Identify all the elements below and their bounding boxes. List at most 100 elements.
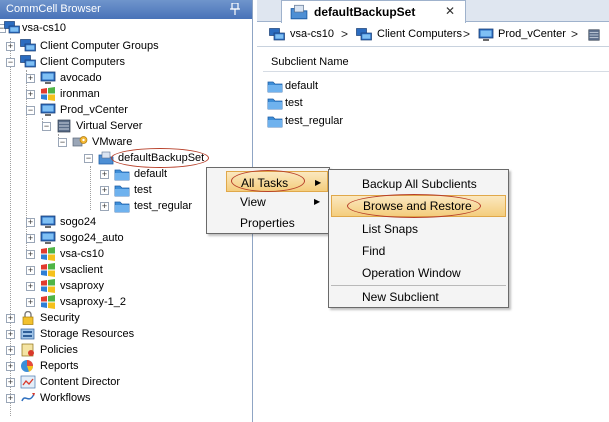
tree-label: default [134, 168, 168, 180]
computer-group-icon [269, 28, 285, 42]
expand-toggle[interactable]: + [6, 330, 15, 339]
tree-label: Virtual Server [76, 120, 143, 132]
tree-node-workflows[interactable]: + Workflows [0, 390, 250, 406]
tree-node-vsaproxy-1-2[interactable]: + vsaproxy-1_2 [0, 294, 250, 310]
collapse-toggle[interactable]: − [6, 58, 15, 67]
tree-node-policies[interactable]: + Policies [0, 342, 250, 358]
tree-node-storage-resources[interactable]: + Storage Resources [0, 326, 250, 342]
computer-icon [40, 231, 56, 245]
folder-icon [114, 167, 130, 181]
tree-node-root[interactable]: − vsa-cs10 [0, 20, 250, 36]
collapse-toggle[interactable]: − [26, 106, 35, 115]
expand-toggle[interactable]: + [6, 378, 15, 387]
menu-item-new-subclient[interactable]: New Subclient [331, 286, 506, 308]
tab-bar: defaultBackupSet ✕ [257, 0, 609, 23]
expand-toggle[interactable]: + [26, 234, 35, 243]
windows-icon [40, 263, 56, 277]
expand-toggle[interactable]: + [6, 346, 15, 355]
breadcrumb-item[interactable]: Client Computers [377, 28, 462, 40]
expand-toggle[interactable]: + [6, 314, 15, 323]
expand-toggle[interactable]: + [26, 90, 35, 99]
tree-label: vsaclient [60, 264, 103, 276]
computer-group-icon [20, 39, 36, 53]
folder-icon [267, 114, 283, 128]
tree-label: vsaproxy [60, 280, 105, 292]
breadcrumb-separator: > [571, 27, 579, 41]
column-header-label: Subclient Name [271, 56, 349, 68]
expand-toggle[interactable]: + [26, 250, 35, 259]
tree-node-content-director[interactable]: + Content Director [0, 374, 250, 390]
tab-default-backup-set[interactable]: defaultBackupSet ✕ [281, 0, 466, 23]
backup-set-icon [290, 4, 308, 20]
computer-icon [40, 71, 56, 85]
computer-group-icon [20, 55, 36, 69]
tree-node-prod-vcenter[interactable]: − Prod_vCenter [0, 102, 250, 118]
tree-node-vsaproxy[interactable]: + vsaproxy [0, 278, 250, 294]
expand-toggle[interactable]: + [100, 202, 109, 211]
pin-icon[interactable] [230, 3, 240, 15]
list-item-label: test [285, 97, 303, 109]
windows-icon [40, 279, 56, 293]
breadcrumb-item[interactable]: Prod_vCenter [498, 28, 566, 40]
tree-node-vmware[interactable]: − VMware [0, 134, 250, 150]
tree-node-client-computers[interactable]: − Client Computers [0, 54, 250, 70]
menu-item-label: View [240, 195, 266, 209]
menu-item-find[interactable]: Find [331, 240, 506, 262]
annotation-oval [111, 148, 209, 168]
tree-label: ironman [60, 88, 100, 100]
tree-label: Client Computers [40, 56, 125, 68]
tree-label: Content Director [40, 376, 121, 388]
expand-toggle[interactable]: + [26, 266, 35, 275]
menu-item-label: Backup All Subclients [362, 177, 477, 191]
folder-icon [267, 79, 283, 93]
tree-label: test [134, 184, 152, 196]
tree-label: Security [40, 312, 80, 324]
tree-label: sogo24 [60, 216, 97, 228]
expand-toggle[interactable]: + [100, 170, 109, 179]
tree-node-avocado[interactable]: + avocado [0, 70, 250, 86]
collapse-toggle[interactable]: − [84, 154, 93, 163]
tab-label: defaultBackupSet [314, 5, 416, 19]
breadcrumb-separator: > [341, 27, 349, 41]
close-icon[interactable]: ✕ [445, 4, 455, 18]
collapse-toggle[interactable]: − [42, 122, 51, 131]
folder-icon [267, 96, 283, 110]
menu-item-list-snaps[interactable]: List Snaps [331, 218, 506, 240]
expand-toggle[interactable]: + [100, 186, 109, 195]
annotation-oval [347, 194, 481, 218]
expand-toggle[interactable]: + [6, 394, 15, 403]
server-icon [587, 28, 601, 42]
tree-node-vsa-cs10[interactable]: + vsa-cs10 [0, 246, 250, 262]
lock-icon [20, 311, 36, 325]
tree-label: Policies [40, 344, 78, 356]
computer-group-icon [356, 28, 372, 42]
tree-node-ironman[interactable]: + ironman [0, 86, 250, 102]
annotation-oval [231, 170, 305, 192]
breadcrumb-item[interactable]: vsa-cs10 [290, 28, 334, 40]
reports-icon [20, 359, 36, 373]
menu-item-backup-all-subclients[interactable]: Backup All Subclients [331, 173, 506, 195]
menu-item-view[interactable]: View ▶ [226, 191, 328, 213]
tree-node-reports[interactable]: + Reports [0, 358, 250, 374]
breadcrumb: vsa-cs10 > Client Computers > Prod_vCent… [257, 23, 609, 47]
tree-label: Client Computer Groups [40, 40, 159, 52]
menu-item-label: Properties [240, 216, 295, 230]
tree-node-client-computer-groups[interactable]: + Client Computer Groups [0, 38, 250, 54]
menu-item-operation-window[interactable]: Operation Window [331, 262, 506, 284]
windows-icon [40, 295, 56, 309]
folder-icon [114, 183, 130, 197]
expand-toggle[interactable]: + [26, 298, 35, 307]
expand-toggle[interactable]: + [6, 42, 15, 51]
expand-toggle[interactable]: + [26, 74, 35, 83]
menu-item-properties[interactable]: Properties [226, 212, 328, 234]
tree-node-vsaclient[interactable]: + vsaclient [0, 262, 250, 278]
tree-node-security[interactable]: + Security [0, 310, 250, 326]
folder-icon [114, 199, 130, 213]
collapse-toggle[interactable]: − [58, 138, 67, 147]
workflow-icon [20, 391, 36, 405]
tree-node-virtual-server[interactable]: − Virtual Server [0, 118, 250, 134]
expand-toggle[interactable]: + [26, 282, 35, 291]
expand-toggle[interactable]: + [26, 218, 35, 227]
column-header-subclient-name[interactable]: Subclient Name [263, 50, 609, 72]
expand-toggle[interactable]: + [6, 362, 15, 371]
